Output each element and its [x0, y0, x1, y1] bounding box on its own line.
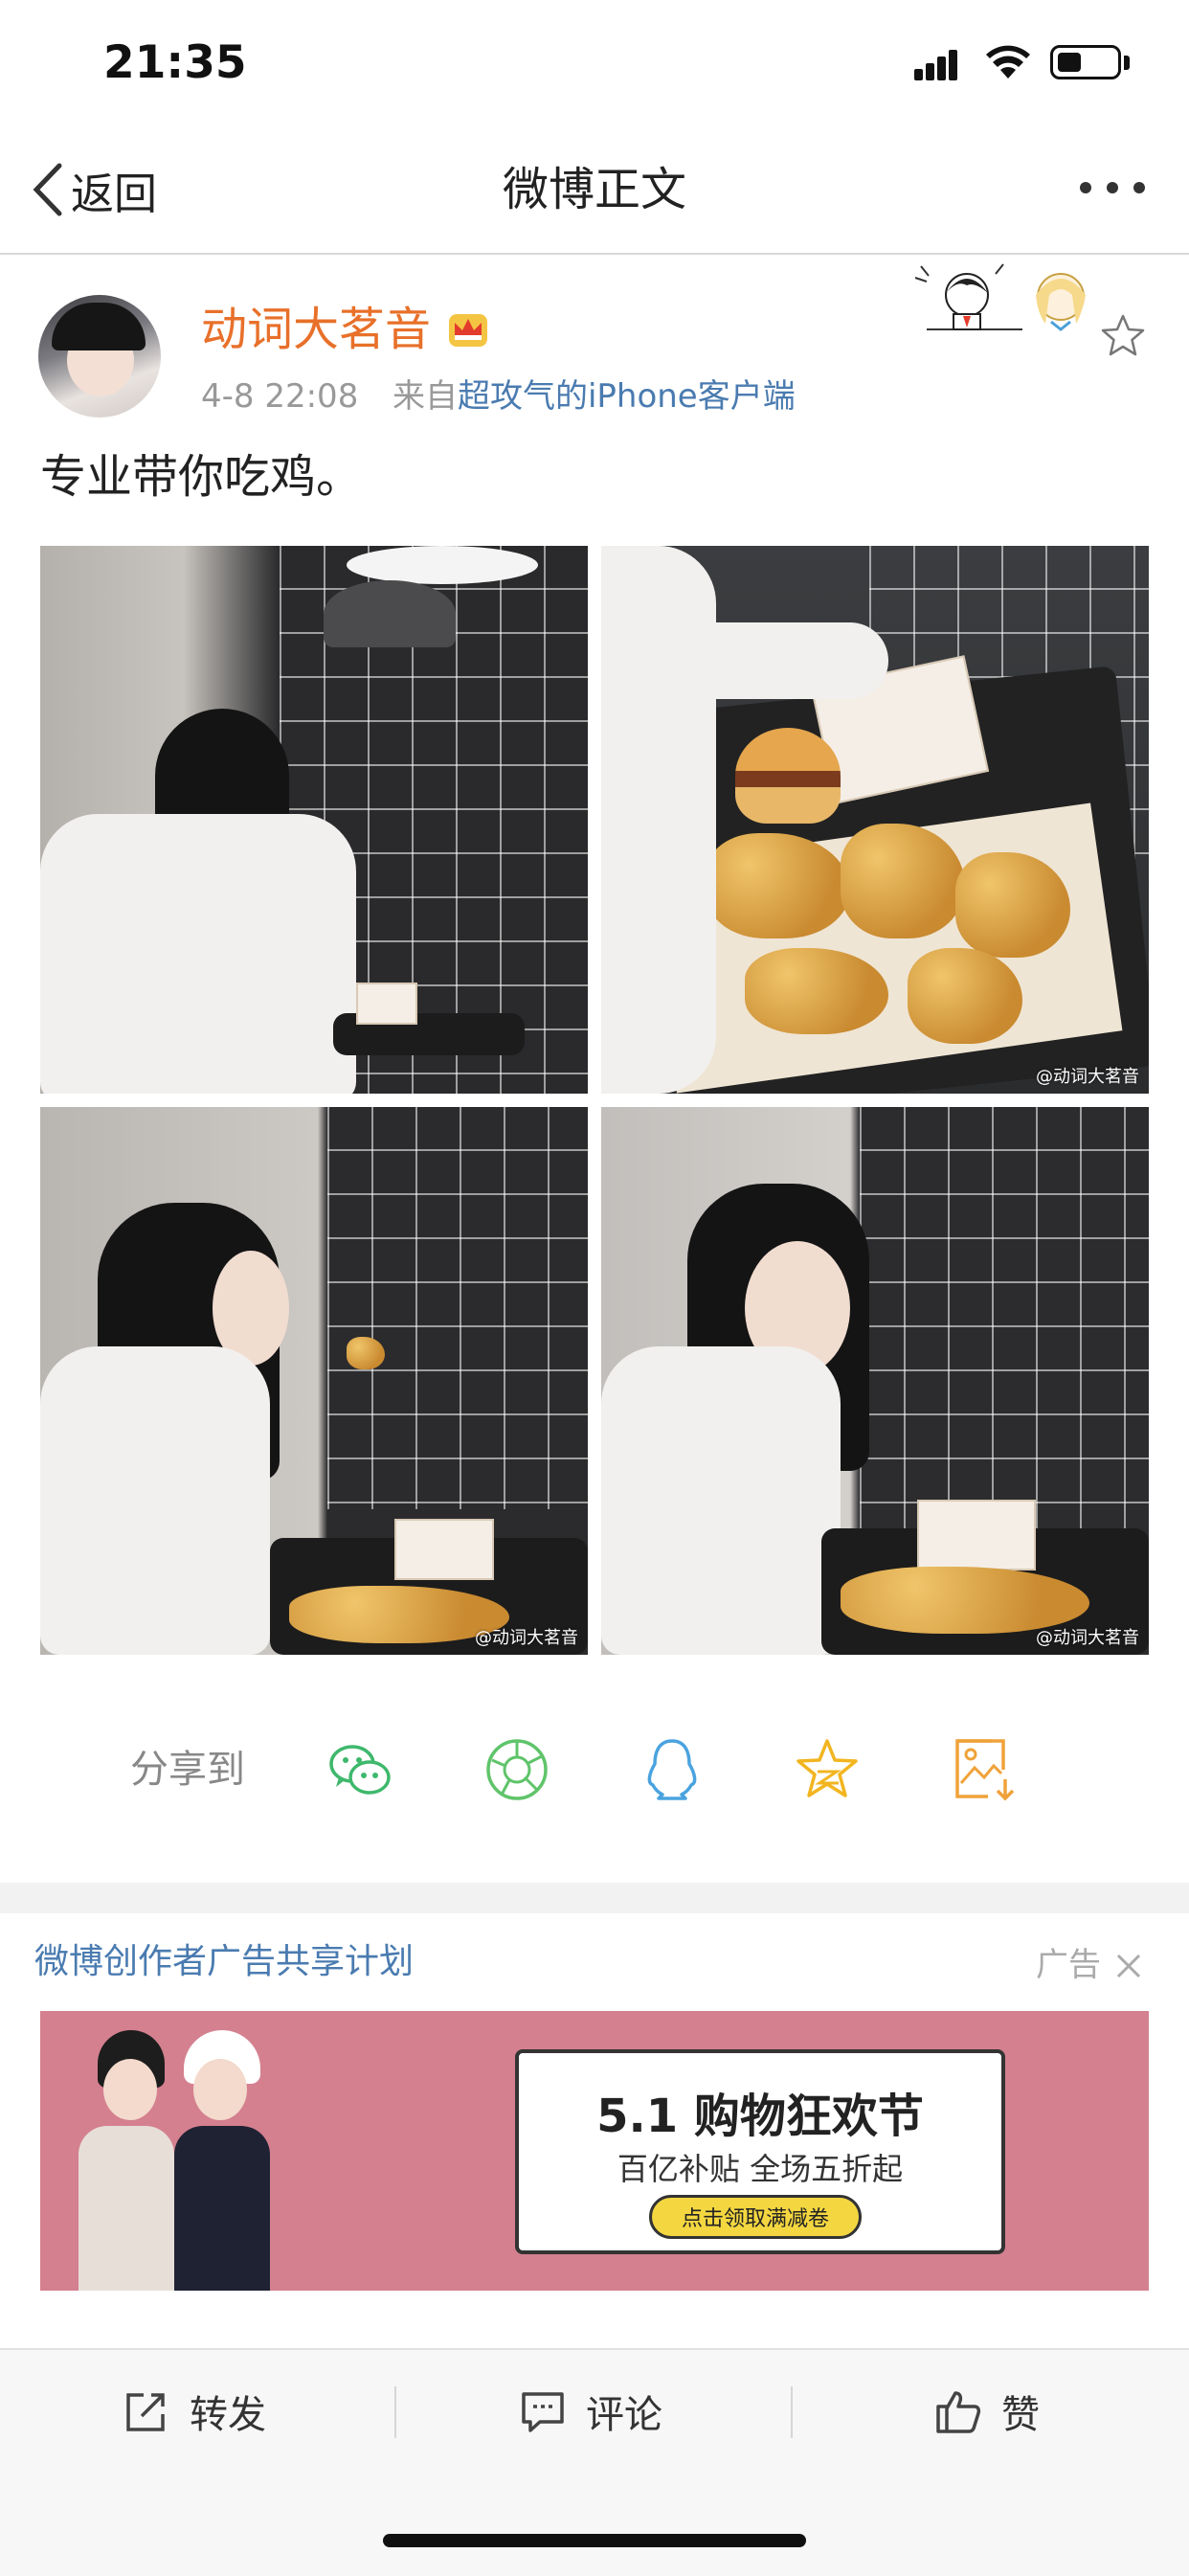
- hoodie: [40, 1346, 270, 1655]
- section-divider: [0, 1883, 1189, 1913]
- tile-wall: [860, 1107, 1149, 1548]
- ad-tag: 广告: [1036, 1946, 1101, 1984]
- home-indicator[interactable]: [383, 2534, 806, 2547]
- battery-icon: [1050, 45, 1121, 79]
- ad-banner[interactable]: 5.1 购物狂欢节 百亿补贴 全场五折起 点击领取满减卷: [40, 2011, 1149, 2291]
- fried-chicken: [347, 1337, 385, 1369]
- wifi-icon: [986, 45, 1030, 79]
- food-box: [917, 1500, 1036, 1570]
- like-button[interactable]: 赞: [934, 2383, 1040, 2440]
- food-box: [394, 1519, 494, 1580]
- cartoon-decoration-icon: [914, 263, 1086, 331]
- page-title: 微博正文: [502, 163, 686, 216]
- share-label: 分享到: [130, 1748, 245, 1792]
- image-watermark: @动词大茗音: [1036, 1067, 1139, 1087]
- cellular-signal-icon: [914, 48, 968, 80]
- repost-button[interactable]: 转发: [123, 2383, 266, 2440]
- thumbs-up-icon: [936, 2391, 981, 2433]
- status-time: 21:35: [103, 36, 247, 89]
- qzone-icon[interactable]: [793, 1735, 862, 1804]
- close-icon: [1116, 1954, 1141, 1978]
- post-meta: 4-8 22:08 来自超攻气的iPhone客户端: [201, 375, 796, 418]
- ad-popup-window: 5.1 购物狂欢节 百亿补贴 全场五折起 点击领取满减卷: [515, 2049, 1005, 2254]
- repost-label: 转发: [190, 2393, 266, 2437]
- image-watermark: @动词大茗音: [1036, 1628, 1139, 1648]
- divider: [791, 2386, 793, 2438]
- post-image-2[interactable]: @动词大茗音: [601, 546, 1149, 1094]
- save-image-icon[interactable]: [950, 1735, 1019, 1804]
- wechat-icon[interactable]: [325, 1735, 394, 1804]
- post-image-1[interactable]: [40, 546, 588, 1094]
- author-name[interactable]: 动词大茗音: [201, 299, 431, 360]
- arm: [620, 622, 888, 699]
- hoodie: [40, 814, 356, 1094]
- ad-subline: 百亿补贴 全场五折起: [617, 2151, 904, 2187]
- comment-icon: [522, 2392, 564, 2432]
- like-label: 赞: [1001, 2393, 1040, 2437]
- post-image-4[interactable]: @动词大茗音: [601, 1107, 1149, 1655]
- tile-wall: [327, 1107, 588, 1509]
- hoodie: [601, 1346, 841, 1655]
- source-prefix: 来自: [392, 377, 458, 416]
- ad-close-button[interactable]: [1114, 1948, 1143, 1982]
- avatar[interactable]: [38, 295, 161, 418]
- post-image-3[interactable]: @动词大茗音: [40, 1107, 588, 1655]
- comment-label: 评论: [586, 2393, 662, 2437]
- vip-crown-icon: [449, 314, 487, 347]
- moments-icon[interactable]: [482, 1735, 551, 1804]
- share-arrow-icon: [126, 2393, 165, 2431]
- ad-coupon-button[interactable]: 点击领取满减卷: [649, 2195, 862, 2239]
- more-options-button[interactable]: [1080, 182, 1149, 195]
- chevron-left-icon: [33, 163, 62, 216]
- ad-model: [165, 2030, 280, 2291]
- comment-button[interactable]: 评论: [519, 2383, 662, 2440]
- lamp: [324, 580, 456, 647]
- divider: [394, 2386, 396, 2438]
- favorite-star-icon[interactable]: [1099, 312, 1147, 360]
- battery-cap: [1124, 56, 1130, 70]
- back-label: 返回: [71, 168, 158, 219]
- post-date: 4-8 22:08: [201, 377, 359, 416]
- qq-icon[interactable]: [638, 1735, 707, 1804]
- ad-headline: 5.1 购物狂欢节: [596, 2090, 924, 2143]
- ad-program-label[interactable]: 微博创作者广告共享计划: [34, 1940, 414, 1984]
- image-watermark: @动词大茗音: [475, 1628, 578, 1648]
- back-button[interactable]: 返回: [31, 159, 157, 220]
- food-box: [356, 983, 417, 1025]
- burger: [735, 728, 841, 824]
- post-source-link[interactable]: 超攻气的iPhone客户端: [458, 377, 796, 416]
- lamp: [347, 546, 538, 584]
- post-text: 专业带你吃鸡。: [40, 450, 363, 504]
- ad-model: [69, 2030, 174, 2291]
